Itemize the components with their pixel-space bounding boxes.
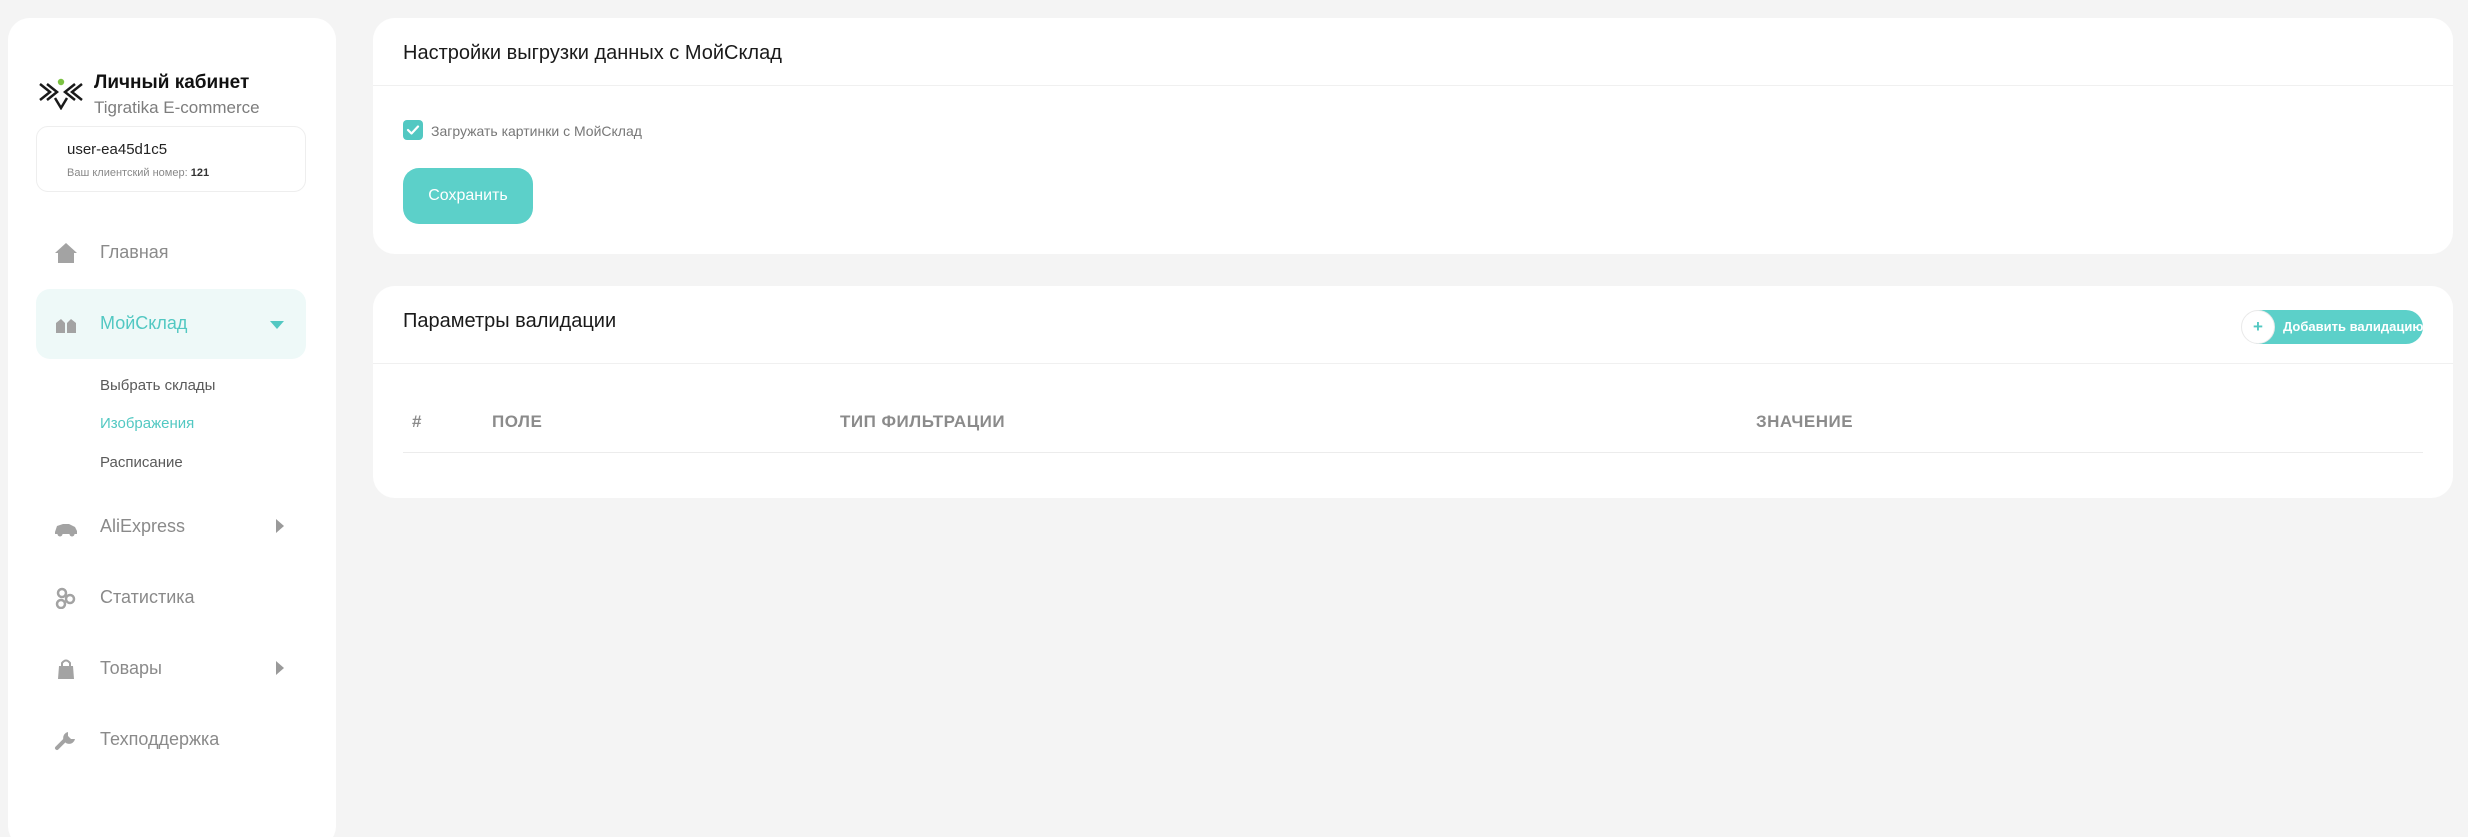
- table-header-index[interactable]: #: [412, 412, 422, 432]
- stats-icon: [55, 587, 76, 609]
- user-card[interactable]: user-ea45d1c5 Ваш клиентский номер: 121: [36, 126, 306, 192]
- export-settings-card: Настройки выгрузки данных с МойСклад Заг…: [373, 18, 2453, 254]
- sidebar-item-label: Товары: [100, 658, 162, 678]
- sidebar-item-label: Главная: [100, 242, 169, 262]
- wrench-icon: [55, 732, 75, 750]
- sidebar-item-label: AliExpress: [100, 516, 186, 536]
- warehouse-icon: [56, 319, 76, 333]
- chevron-right-icon[interactable]: [276, 519, 284, 533]
- table-header-value[interactable]: ЗНАЧЕНИЕ: [1756, 412, 1853, 432]
- sidebar-item-statistics[interactable]: Статистика: [36, 563, 306, 633]
- bag-icon: [58, 659, 74, 679]
- car-icon: [55, 524, 77, 537]
- sidebar: Личный кабинет Tigratika E-commerce user…: [8, 18, 336, 837]
- export-settings-title: Настройки выгрузки данных с МойСклад: [403, 42, 782, 64]
- sidebar-subitem-schedule[interactable]: Расписание: [100, 454, 183, 471]
- client-number-value: 121: [190, 167, 210, 179]
- add-validation-label: Добавить валидацию: [2283, 319, 2424, 334]
- divider: [373, 363, 2453, 364]
- sidebar-item-moysklad[interactable]: МойСклад: [36, 289, 306, 359]
- sidebar-item-support[interactable]: Техподдержка: [36, 705, 306, 775]
- load-images-checkbox[interactable]: [403, 120, 423, 140]
- brand-logo-icon: [39, 78, 83, 110]
- table-header-filter-type[interactable]: ТИП ФИЛЬТРАЦИИ: [840, 412, 1005, 432]
- brand-title: Личный кабинет: [94, 72, 250, 93]
- sidebar-item-label: Техподдержка: [100, 729, 220, 749]
- check-icon: [406, 125, 420, 135]
- sidebar-item-label: Статистика: [100, 587, 195, 607]
- brand[interactable]: Личный кабинет Tigratika E-commerce: [38, 56, 318, 117]
- validation-title: Параметры валидации: [403, 310, 617, 332]
- chevron-down-icon[interactable]: [270, 321, 284, 329]
- sidebar-subitem-warehouses[interactable]: Выбрать склады: [100, 377, 215, 394]
- add-validation-button[interactable]: + Добавить валидацию: [2241, 310, 2424, 344]
- sidebar-item-label: МойСклад: [100, 313, 188, 333]
- table-header-field[interactable]: ПОЛЕ: [492, 412, 542, 432]
- chevron-right-icon[interactable]: [276, 661, 284, 675]
- table-header-divider: [403, 452, 2423, 453]
- sidebar-subitem-images[interactable]: Изображения: [100, 415, 194, 432]
- divider: [373, 85, 2453, 86]
- client-number: Ваш клиентский номер: 121: [67, 167, 209, 179]
- client-number-label: Ваш клиентский номер:: [67, 167, 188, 179]
- validation-card: Параметры валидации + Добавить валидацию…: [373, 286, 2453, 498]
- sidebar-item-products[interactable]: Товары: [36, 634, 306, 704]
- sidebar-item-aliexpress[interactable]: AliExpress: [36, 492, 306, 562]
- load-images-label[interactable]: Загружать картинки с МойСклад: [431, 123, 642, 139]
- user-name: user-ea45d1c5: [67, 141, 168, 158]
- sidebar-item-home[interactable]: Главная: [36, 218, 306, 288]
- home-icon: [55, 243, 77, 263]
- plus-icon: +: [2241, 310, 2275, 344]
- brand-subtitle: Tigratika E-commerce: [94, 98, 260, 117]
- save-button[interactable]: Сохранить: [403, 168, 533, 224]
